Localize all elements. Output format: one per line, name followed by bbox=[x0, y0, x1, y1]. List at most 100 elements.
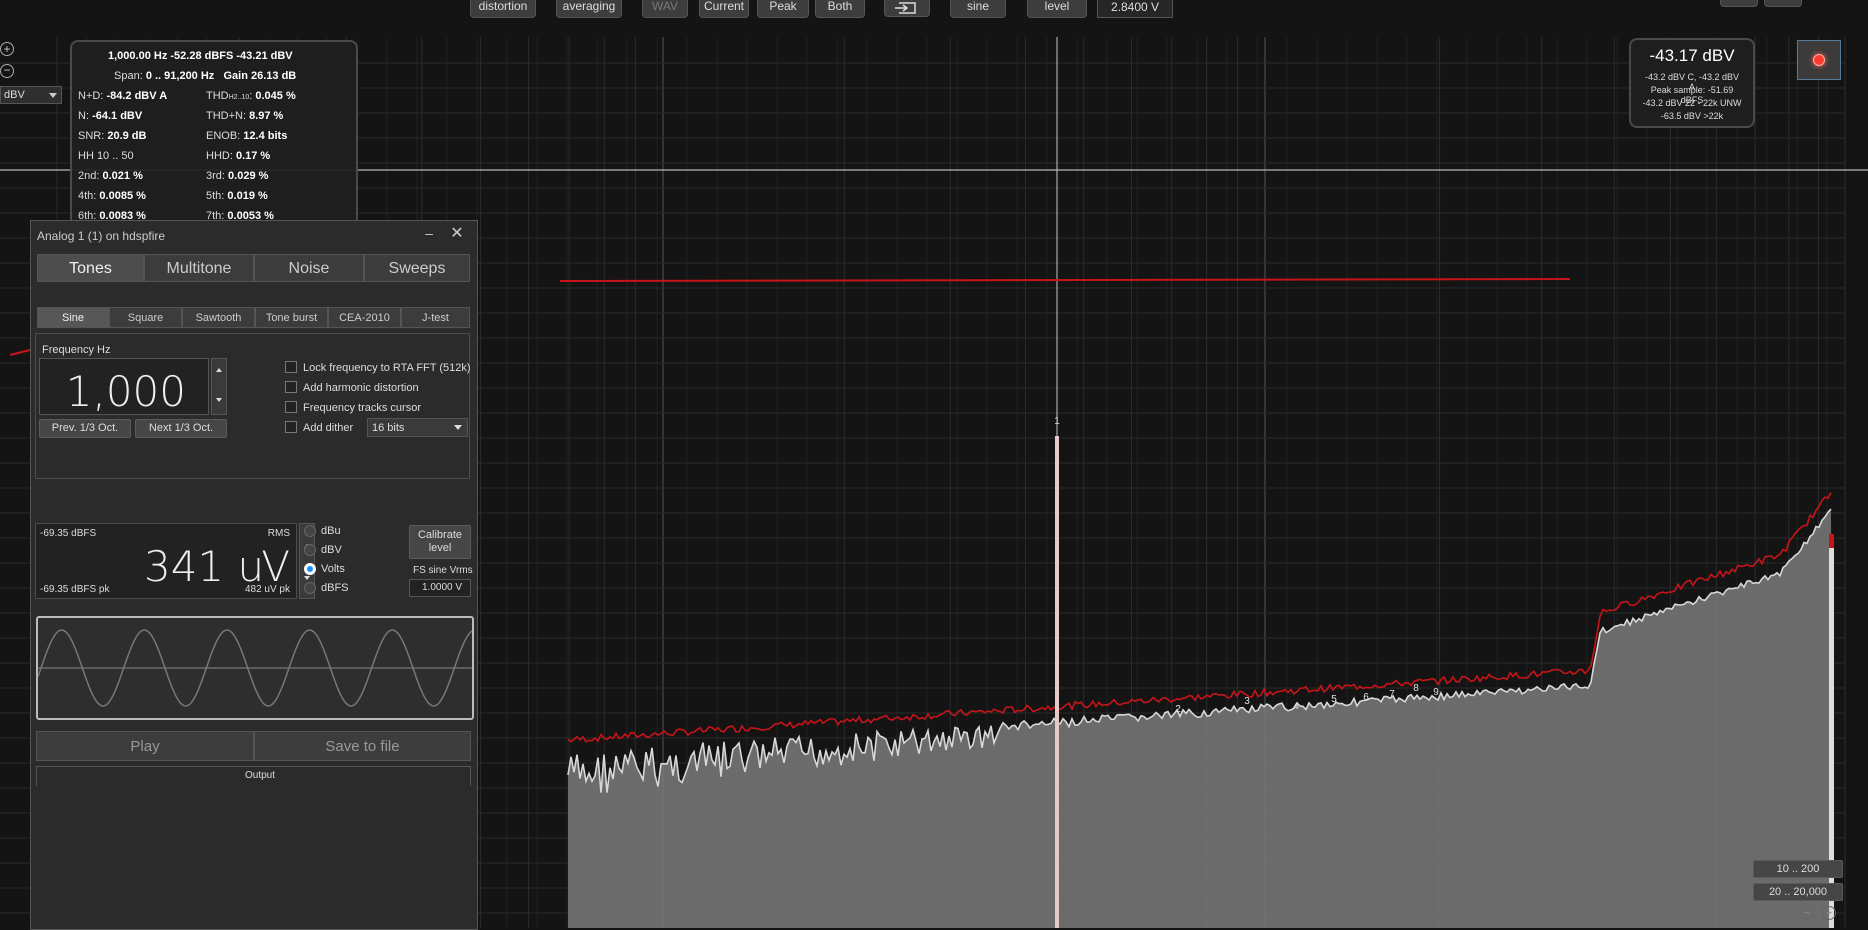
subtab-sine[interactable]: Sine bbox=[37, 307, 109, 328]
add-harmonic-checkbox[interactable]: Add harmonic distortion bbox=[285, 381, 419, 394]
measurement-value: -84.2 dBV A bbox=[106, 90, 168, 102]
zoom-in-corner-icon[interactable]: + bbox=[1822, 906, 1836, 920]
rms-main-value: -43.17 dBV bbox=[1649, 46, 1735, 65]
add-dither-label: Add dither bbox=[303, 422, 354, 434]
save-to-file-button[interactable]: Save to file bbox=[254, 731, 471, 761]
frequency-input[interactable]: 1,000 bbox=[39, 358, 209, 416]
reference-line bbox=[559, 278, 1571, 282]
dither-bits-dropdown[interactable]: 16 bits bbox=[367, 418, 468, 437]
measurement-label: 5th: bbox=[206, 190, 225, 202]
level-value-field[interactable]: 2.8400 V bbox=[1097, 0, 1173, 18]
generator-window: Analog 1 (1) on hdspfire – ✕ Tones Multi… bbox=[30, 220, 478, 930]
sine-button[interactable]: sine bbox=[950, 0, 1006, 18]
unit-volts-radio[interactable]: Volts bbox=[304, 563, 345, 575]
zoom-out-icon[interactable]: − bbox=[0, 64, 14, 78]
level-display[interactable]: -69.35 dBFS RMS 341 uV -69.35 dBFS pk 48… bbox=[35, 523, 297, 599]
gain-value: 26.13 dB bbox=[251, 70, 297, 82]
tab-sweeps[interactable]: Sweeps bbox=[364, 254, 470, 282]
play-button[interactable]: Play bbox=[36, 731, 254, 761]
both-button[interactable]: Both bbox=[815, 0, 865, 18]
zoom-out-corner-icon[interactable]: − bbox=[1800, 906, 1814, 920]
span-value: 0 .. 91,200 Hz bbox=[145, 70, 215, 82]
unit-dbfs-radio[interactable]: dBFS bbox=[304, 582, 349, 594]
measurement-left: 2nd: 0.021 % bbox=[78, 170, 143, 182]
measurement-value: 20.9 dB bbox=[107, 130, 147, 142]
measurement-label: ENOB: bbox=[206, 130, 241, 142]
level-dbfs-pk: -69.35 dBFS pk bbox=[40, 584, 110, 595]
range-10-200-button[interactable]: 10 .. 200 bbox=[1753, 860, 1843, 878]
subtab-tone-burst[interactable]: Tone burst bbox=[255, 307, 328, 328]
calibrate-level-button[interactable]: Calibrate level bbox=[409, 525, 471, 559]
arrow-down-icon[interactable] bbox=[304, 576, 310, 580]
harmonic-label: 4 bbox=[1293, 701, 1299, 712]
subtab-square[interactable]: Square bbox=[109, 307, 182, 328]
unit-dbu-label: dBu bbox=[321, 525, 341, 537]
span-row: Span: 0 .. 91,200 Hz Gain 26.13 dB bbox=[114, 70, 296, 82]
frequency-value: 1,000 bbox=[65, 367, 186, 416]
measurement-sub-label: H2..10 bbox=[228, 94, 250, 101]
measurement-label: 3rd: bbox=[206, 170, 225, 182]
measurement-left: N: -64.1 dBV bbox=[78, 110, 142, 122]
output-label: Output bbox=[245, 770, 276, 781]
prev-third-octave-button[interactable]: Prev. 1/3 Oct. bbox=[39, 419, 131, 438]
lock-frequency-checkbox[interactable]: Lock frequency to RTA FFT (512k) bbox=[285, 361, 471, 374]
close-icon[interactable]: ✕ bbox=[447, 223, 467, 243]
arrow-up-icon[interactable] bbox=[216, 368, 222, 372]
measurement-value: 0.045 % bbox=[255, 90, 296, 102]
peak-button[interactable]: Peak bbox=[757, 0, 809, 18]
current-button[interactable]: Current bbox=[699, 0, 749, 18]
settings-corner-button[interactable] bbox=[1720, 0, 1758, 7]
measurement-value: 0.0085 % bbox=[99, 190, 146, 202]
gain-label: Gain bbox=[223, 70, 248, 82]
measurement-label: N+D: bbox=[78, 90, 104, 102]
span-label: Span: bbox=[114, 70, 143, 82]
level-pk: 482 uV pk bbox=[244, 584, 290, 595]
harmonic-label: 3 bbox=[1244, 696, 1250, 707]
generator-title: Analog 1 (1) on hdspfire bbox=[37, 229, 166, 243]
subtab-sawtooth[interactable]: Sawtooth bbox=[182, 307, 255, 328]
rms-line: -43.2 dBV 22 - 22k UNW bbox=[1642, 98, 1742, 108]
level-button[interactable]: level bbox=[1027, 0, 1087, 18]
subtab-j-test[interactable]: J-test bbox=[401, 307, 470, 328]
unit-dbv-radio[interactable]: dBV bbox=[304, 544, 342, 556]
minimize-icon[interactable]: – bbox=[419, 225, 439, 243]
subtab-cea-2010[interactable]: CEA-2010 bbox=[328, 307, 401, 328]
averaging-button[interactable]: averaging bbox=[556, 0, 622, 18]
harmonic-label: 1 bbox=[1054, 416, 1060, 427]
measurement-label: HHD: bbox=[206, 150, 233, 162]
measurement-value: 0.021 % bbox=[102, 170, 143, 182]
measurement-left: N+D: -84.2 dBV A bbox=[78, 90, 167, 102]
download-corner-button[interactable] bbox=[1764, 0, 1802, 7]
tab-noise[interactable]: Noise bbox=[254, 254, 364, 282]
fundamental-peak bbox=[1055, 436, 1059, 928]
wav-button[interactable]: WAV bbox=[642, 0, 688, 18]
harmonic-label: 8 bbox=[1413, 683, 1419, 694]
measurement-left: HH 10 .. 50 bbox=[78, 150, 134, 162]
frequency-stepper[interactable] bbox=[211, 358, 227, 415]
chevron-down-icon bbox=[454, 425, 462, 430]
next-third-octave-button[interactable]: Next 1/3 Oct. bbox=[135, 419, 227, 438]
tab-multitone[interactable]: Multitone bbox=[144, 254, 254, 282]
unit-dbu-radio[interactable]: dBu bbox=[304, 525, 341, 537]
measurement-value: 0.019 % bbox=[227, 190, 268, 202]
measurement-label: HH 10 .. 50 bbox=[78, 150, 134, 162]
tab-tones[interactable]: Tones bbox=[37, 254, 144, 282]
record-button[interactable] bbox=[1797, 40, 1841, 80]
add-dither-checkbox[interactable]: Add dither bbox=[285, 421, 353, 434]
measurement-panel: 1,000.00 Hz -52.28 dBFS -43.21 dBV Span:… bbox=[70, 40, 358, 250]
frequency-tracks-cursor-checkbox[interactable]: Frequency tracks cursor bbox=[285, 401, 421, 414]
zoom-in-icon[interactable]: + bbox=[0, 42, 14, 56]
arrow-down-icon[interactable] bbox=[216, 398, 222, 402]
measurement-label: 4th: bbox=[78, 190, 97, 202]
fs-sine-input[interactable]: 1.0000 V bbox=[409, 579, 471, 597]
measurement-left: 4th: 0.0085 % bbox=[78, 190, 146, 202]
measurement-label: N: bbox=[78, 110, 89, 122]
export-icon[interactable] bbox=[884, 0, 930, 17]
units-value: dBV bbox=[4, 89, 25, 101]
distortion-button[interactable]: distortion bbox=[470, 0, 536, 18]
range-20-20000-button[interactable]: 20 .. 20,000 bbox=[1753, 883, 1843, 901]
end-peak-red bbox=[1829, 534, 1834, 548]
units-dropdown[interactable]: dBV bbox=[0, 86, 62, 104]
frequency-label: Frequency Hz bbox=[42, 344, 111, 356]
measurement-label: 2nd: bbox=[78, 170, 100, 182]
